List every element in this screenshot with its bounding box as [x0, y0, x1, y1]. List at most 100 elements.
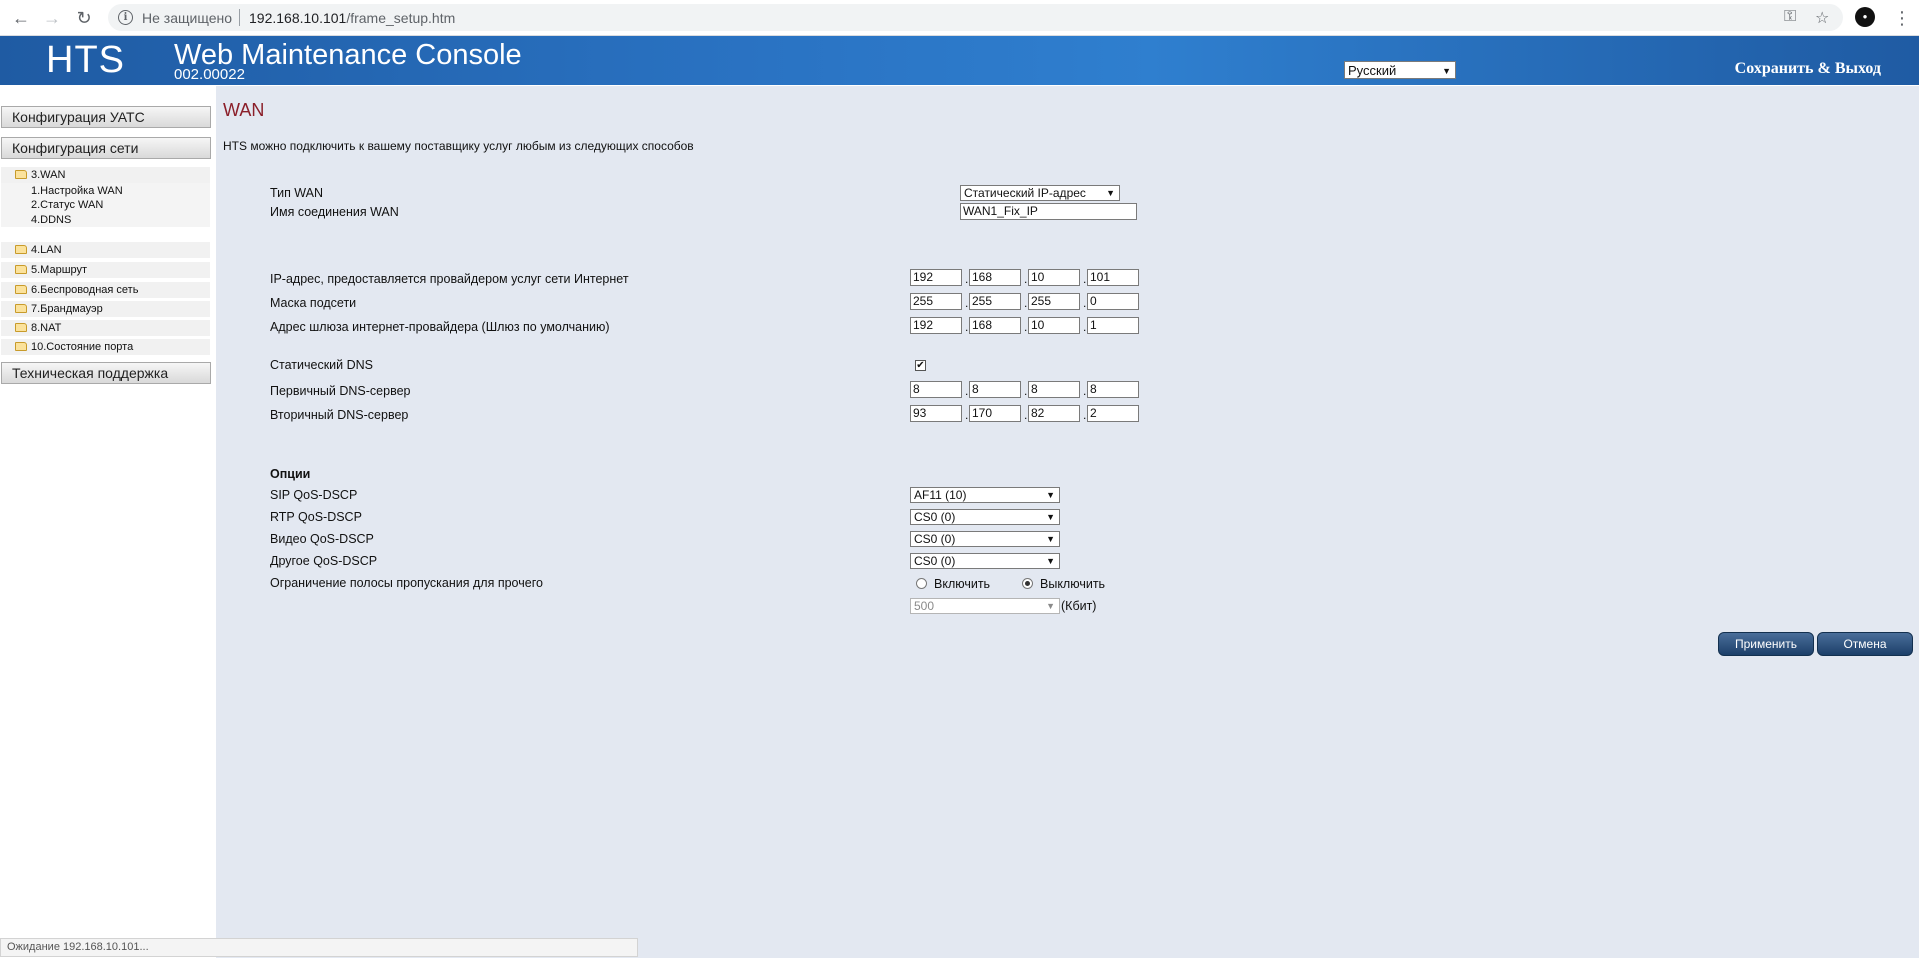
dns2-octet-3[interactable]: 82	[1028, 405, 1080, 422]
chevron-down-icon: ▼	[1046, 534, 1055, 544]
mask-octet-4[interactable]: 0	[1087, 293, 1139, 310]
dns1-octet-2[interactable]: 8	[969, 381, 1021, 398]
options-heading: Опции	[270, 467, 311, 481]
mask-octet-2[interactable]: 255	[969, 293, 1021, 310]
octet-separator: .	[1024, 320, 1028, 334]
dns2-label: Вторичный DNS-сервер	[270, 408, 409, 422]
wan-subtree: 1.Настройка WAN 2.Статус WAN 4.DDNS	[1, 183, 210, 227]
bandwidth-disable-radio[interactable]	[1022, 578, 1033, 589]
octet-separator: .	[1024, 408, 1028, 422]
gateway-octet-3[interactable]: 10	[1028, 317, 1080, 334]
gateway-label: Адрес шлюза интернет-провайдера (Шлюз по…	[270, 320, 610, 334]
mask-label: Маска подсети	[270, 296, 357, 310]
folder-icon	[15, 245, 27, 254]
sidebar-network-config[interactable]: Конфигурация сети	[1, 137, 211, 159]
sidebar-item-label: 6.Беспроводная сеть	[31, 284, 139, 296]
wan-type-value: Статический IP-адрес	[964, 186, 1086, 200]
save-exit-link[interactable]: Сохранить & Выход	[1735, 60, 1881, 78]
folder-icon	[15, 285, 27, 294]
sidebar-item-ddns[interactable]: 4.DDNS	[31, 214, 71, 226]
sidebar-item-lan[interactable]: 4.LAN	[1, 242, 210, 258]
apply-button[interactable]: Применить	[1718, 632, 1814, 656]
octet-separator: .	[1083, 272, 1087, 286]
sidebar-pbx-config[interactable]: Конфигурация УАТС	[1, 106, 211, 128]
conn-name-label: Имя соединения WAN	[270, 205, 399, 219]
mask-octet-3[interactable]: 255	[1028, 293, 1080, 310]
octet-separator: .	[1083, 408, 1087, 422]
rtp-qos-select[interactable]: CS0 (0) ▼	[910, 509, 1060, 525]
sidebar-item-label: 4.LAN	[31, 244, 62, 256]
ip-octet-4[interactable]: 101	[1087, 269, 1139, 286]
octet-separator: .	[1024, 272, 1028, 286]
mask-octet-1[interactable]: 255	[910, 293, 962, 310]
chevron-down-icon: ▼	[1442, 66, 1451, 76]
folder-icon	[15, 304, 27, 313]
chevron-down-icon: ▼	[1046, 512, 1055, 522]
octet-separator: .	[965, 296, 969, 310]
key-icon[interactable]: ⚿	[1784, 8, 1796, 26]
dns1-octet-3[interactable]: 8	[1028, 381, 1080, 398]
sidebar-support[interactable]: Техническая поддержка	[1, 362, 211, 384]
octet-separator: .	[1083, 320, 1087, 334]
sidebar-item-port-status[interactable]: 10.Состояние порта	[1, 339, 210, 355]
reload-icon[interactable]: ↻	[72, 6, 96, 30]
security-label[interactable]: Не защищено	[142, 10, 232, 26]
bandwidth-enable-radio[interactable]	[916, 578, 927, 589]
menu-dots-icon[interactable]: ⋮	[1893, 6, 1911, 30]
ip-octet-3[interactable]: 10	[1028, 269, 1080, 286]
dns1-octet-1[interactable]: 8	[910, 381, 962, 398]
static-dns-checkbox[interactable]: ✔	[915, 360, 926, 371]
sidebar-item-wan-setup[interactable]: 1.Настройка WAN	[31, 185, 123, 197]
dns2-octet-2[interactable]: 170	[969, 405, 1021, 422]
wan-type-label: Тип WAN	[270, 186, 324, 200]
sidebar-item-firewall[interactable]: 7.Брандмауэр	[1, 301, 210, 317]
sidebar-item-route[interactable]: 5.Маршрут	[1, 262, 210, 278]
bandwidth-unit: (Кбит)	[1061, 599, 1097, 613]
chevron-down-icon: ▼	[1106, 188, 1115, 198]
back-icon[interactable]: ←	[9, 6, 33, 30]
logo: HTS	[46, 39, 125, 81]
video-qos-select[interactable]: CS0 (0) ▼	[910, 531, 1060, 547]
sidebar-item-nat[interactable]: 8.NAT	[1, 320, 210, 336]
address-bar[interactable]: i Не защищено 192.168.10.101/frame_setup…	[108, 4, 1843, 31]
forward-icon[interactable]: →	[40, 6, 64, 30]
sidebar-item-wan-status[interactable]: 2.Статус WAN	[31, 199, 103, 211]
divider	[239, 9, 240, 26]
dns1-octet-4[interactable]: 8	[1087, 381, 1139, 398]
folder-icon	[15, 323, 27, 332]
other-qos-select[interactable]: CS0 (0) ▼	[910, 553, 1060, 569]
wan-type-select[interactable]: Статический IP-адрес ▼	[960, 185, 1120, 201]
dns2-octet-1[interactable]: 93	[910, 405, 962, 422]
url-path: /frame_setup.htm	[346, 10, 456, 26]
language-select[interactable]: Русский ▼	[1344, 61, 1456, 79]
main-panel: WAN HTS можно подключить к вашему постав…	[216, 86, 1919, 958]
page-title: WAN	[223, 100, 265, 120]
chevron-down-icon: ▼	[1046, 601, 1055, 611]
info-icon[interactable]: i	[118, 10, 133, 25]
profile-avatar-icon[interactable]: ●	[1855, 7, 1875, 27]
octet-separator: .	[1083, 384, 1087, 398]
sidebar-item-label: 10.Состояние порта	[31, 341, 134, 353]
other-qos-label: Другое QoS-DSCP	[270, 554, 378, 568]
bandwidth-limit-label: Ограничение полосы пропускания для проче…	[270, 576, 543, 590]
sidebar-item-wireless[interactable]: 6.Беспроводная сеть	[1, 282, 210, 298]
folder-icon	[15, 265, 27, 274]
dns1-label: Первичный DNS-сервер	[270, 384, 411, 398]
gateway-octet-1[interactable]: 192	[910, 317, 962, 334]
conn-name-input[interactable]: WAN1_Fix_IP	[960, 203, 1137, 220]
ip-label: IP-адрес, предоставляется провайдером ус…	[270, 272, 629, 286]
dns2-octet-4[interactable]: 2	[1087, 405, 1139, 422]
ip-octet-1[interactable]: 192	[910, 269, 962, 286]
star-icon[interactable]: ☆	[1815, 8, 1829, 28]
bandwidth-enable-label[interactable]: Включить	[934, 577, 990, 591]
bandwidth-disable-label[interactable]: Выключить	[1040, 577, 1105, 591]
sip-qos-select[interactable]: AF11 (10) ▼	[910, 487, 1060, 503]
url-text[interactable]: 192.168.10.101/frame_setup.htm	[249, 10, 455, 26]
ip-octet-2[interactable]: 168	[969, 269, 1021, 286]
sidebar-item-wan[interactable]: 3.WAN	[1, 167, 210, 183]
rtp-qos-value: CS0 (0)	[914, 510, 956, 524]
cancel-button[interactable]: Отмена	[1817, 632, 1913, 656]
gateway-octet-2[interactable]: 168	[969, 317, 1021, 334]
gateway-octet-4[interactable]: 1	[1087, 317, 1139, 334]
bandwidth-select[interactable]: 500 ▼	[910, 598, 1060, 614]
